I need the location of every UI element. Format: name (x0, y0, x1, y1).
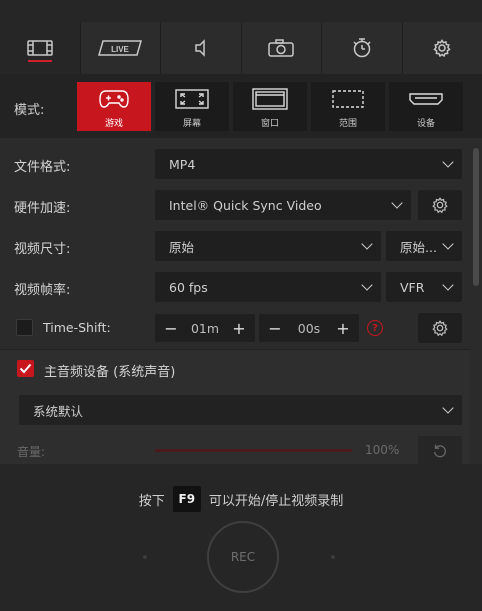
hw-accel-value: Intel® Quick Sync Video (169, 197, 322, 213)
checkmark-icon (19, 363, 32, 374)
reset-icon (433, 444, 446, 458)
stopwatch-icon (353, 38, 371, 58)
gear-icon (433, 39, 451, 58)
top-strip (0, 0, 482, 22)
mode-device-button[interactable]: 设备 (389, 82, 463, 131)
hw-accel-label: 硬件加速: (14, 201, 71, 216)
video-size-value: 原始 (169, 239, 195, 255)
frame-rate-mode-select[interactable]: VFR (386, 272, 462, 302)
tab-audio[interactable] (161, 22, 242, 74)
speaker-icon (195, 39, 205, 57)
timeshift-seconds-value: 00s (297, 320, 321, 336)
chevron-down-icon (361, 279, 373, 291)
mode-region-label: 范围 (338, 119, 357, 129)
mode-window-button[interactable]: 窗口 (233, 82, 307, 131)
rec-button[interactable]: REC (207, 521, 279, 593)
gamepad-icon (99, 90, 129, 108)
frame-rate-mode-value: VFR (400, 279, 425, 295)
frame-rate-label: 视频帧率: (14, 283, 71, 298)
timeshift-settings-button[interactable] (418, 313, 462, 343)
window-icon (252, 88, 288, 110)
chevron-down-icon (361, 238, 373, 250)
hw-accel-settings-button[interactable] (418, 190, 462, 220)
video-size-label: 视频尺寸: (14, 242, 71, 257)
main-audio-section: 主音频设备 (系统声音) 系统默认 音量: 100% (0, 350, 470, 464)
region-icon (332, 90, 364, 108)
main-audio-label: 主音频设备 (系统声音) (44, 365, 176, 380)
video-icon (27, 40, 53, 56)
main-tab-bar: LIVE (0, 22, 482, 75)
video-size-scale-select[interactable]: 原始... (386, 231, 462, 261)
chevron-down-icon (442, 279, 454, 291)
minus-button[interactable]: − (161, 319, 181, 338)
timeshift-help-icon[interactable]: ? (367, 320, 383, 336)
volume-slider[interactable] (155, 449, 352, 452)
volume-reset-button[interactable] (418, 436, 462, 464)
plus-button[interactable]: + (333, 319, 353, 338)
gear-icon (432, 320, 448, 337)
file-format-select[interactable]: MP4 (155, 149, 462, 179)
hint-prefix: 按下 (138, 493, 165, 509)
tab-screenshot[interactable] (241, 22, 322, 74)
chevron-down-icon (442, 402, 454, 414)
mode-label: 模式: (14, 103, 45, 118)
tab-live[interactable]: LIVE (80, 22, 161, 74)
mode-game-label: 游戏 (104, 119, 123, 129)
tab-settings[interactable] (402, 22, 482, 74)
volume-label: 音量: (17, 445, 46, 459)
volume-value: 100% (365, 443, 400, 457)
mode-row: 模式: 游戏 屏幕 窗口 范围 设备 (0, 74, 482, 138)
video-size-select[interactable]: 原始 (155, 231, 381, 261)
timeshift-minutes-value: 01m (190, 320, 220, 336)
chevron-down-icon (442, 156, 454, 168)
chevron-down-icon (391, 197, 403, 209)
audio-device-value: 系统默认 (33, 403, 84, 419)
frame-rate-value: 60 fps (169, 279, 208, 295)
file-format-value: MP4 (169, 156, 196, 172)
timeshift-label: Time-Shift: (43, 320, 111, 335)
file-format-label: 文件格式: (14, 160, 71, 175)
live-icon: LIVE (98, 40, 143, 56)
footer: 按下 F9 可以开始/停止视频录制 REC (0, 464, 482, 611)
frame-rate-select[interactable]: 60 fps (155, 272, 381, 302)
mode-window-label: 窗口 (260, 119, 279, 129)
svg-text:LIVE: LIVE (111, 45, 129, 54)
chevron-down-icon (442, 238, 454, 250)
mode-region-button[interactable]: 范围 (311, 82, 385, 131)
mode-screen-label: 屏幕 (182, 119, 201, 129)
indicator-dot (143, 555, 147, 559)
hdmi-device-icon (409, 93, 443, 105)
settings-panel: 文件格式: MP4 硬件加速: Intel® Quick Sync Video … (0, 138, 470, 464)
scrollbar-thumb[interactable] (473, 148, 479, 286)
timeshift-minutes-stepper[interactable]: − 01m + (155, 314, 255, 342)
gear-icon (432, 197, 448, 214)
hw-accel-select[interactable]: Intel® Quick Sync Video (155, 190, 411, 220)
fullscreen-icon (175, 89, 209, 109)
mode-game-button[interactable]: 游戏 (77, 82, 151, 131)
hint-suffix: 可以开始/停止视频录制 (208, 493, 344, 509)
settings-scrollbar[interactable] (470, 138, 482, 464)
timeshift-seconds-stepper[interactable]: − 00s + (259, 314, 359, 342)
video-size-scale-value: 原始... (400, 239, 437, 255)
indicator-dot (331, 555, 335, 559)
tab-video[interactable] (0, 22, 81, 74)
tab-timer[interactable] (322, 22, 403, 74)
timeshift-checkbox[interactable] (16, 319, 33, 336)
mode-screen-button[interactable]: 屏幕 (155, 82, 229, 131)
audio-device-select[interactable]: 系统默认 (19, 395, 462, 425)
main-audio-checkbox[interactable] (17, 360, 34, 377)
minus-button[interactable]: − (265, 319, 285, 338)
plus-button[interactable]: + (229, 319, 249, 338)
camera-icon (268, 39, 294, 57)
hotkey-badge: F9 (172, 486, 201, 512)
mode-device-label: 设备 (416, 119, 435, 129)
volume-slider-fill (155, 449, 352, 452)
hotkey-hint: 按下 F9 可以开始/停止视频录制 (0, 486, 482, 512)
